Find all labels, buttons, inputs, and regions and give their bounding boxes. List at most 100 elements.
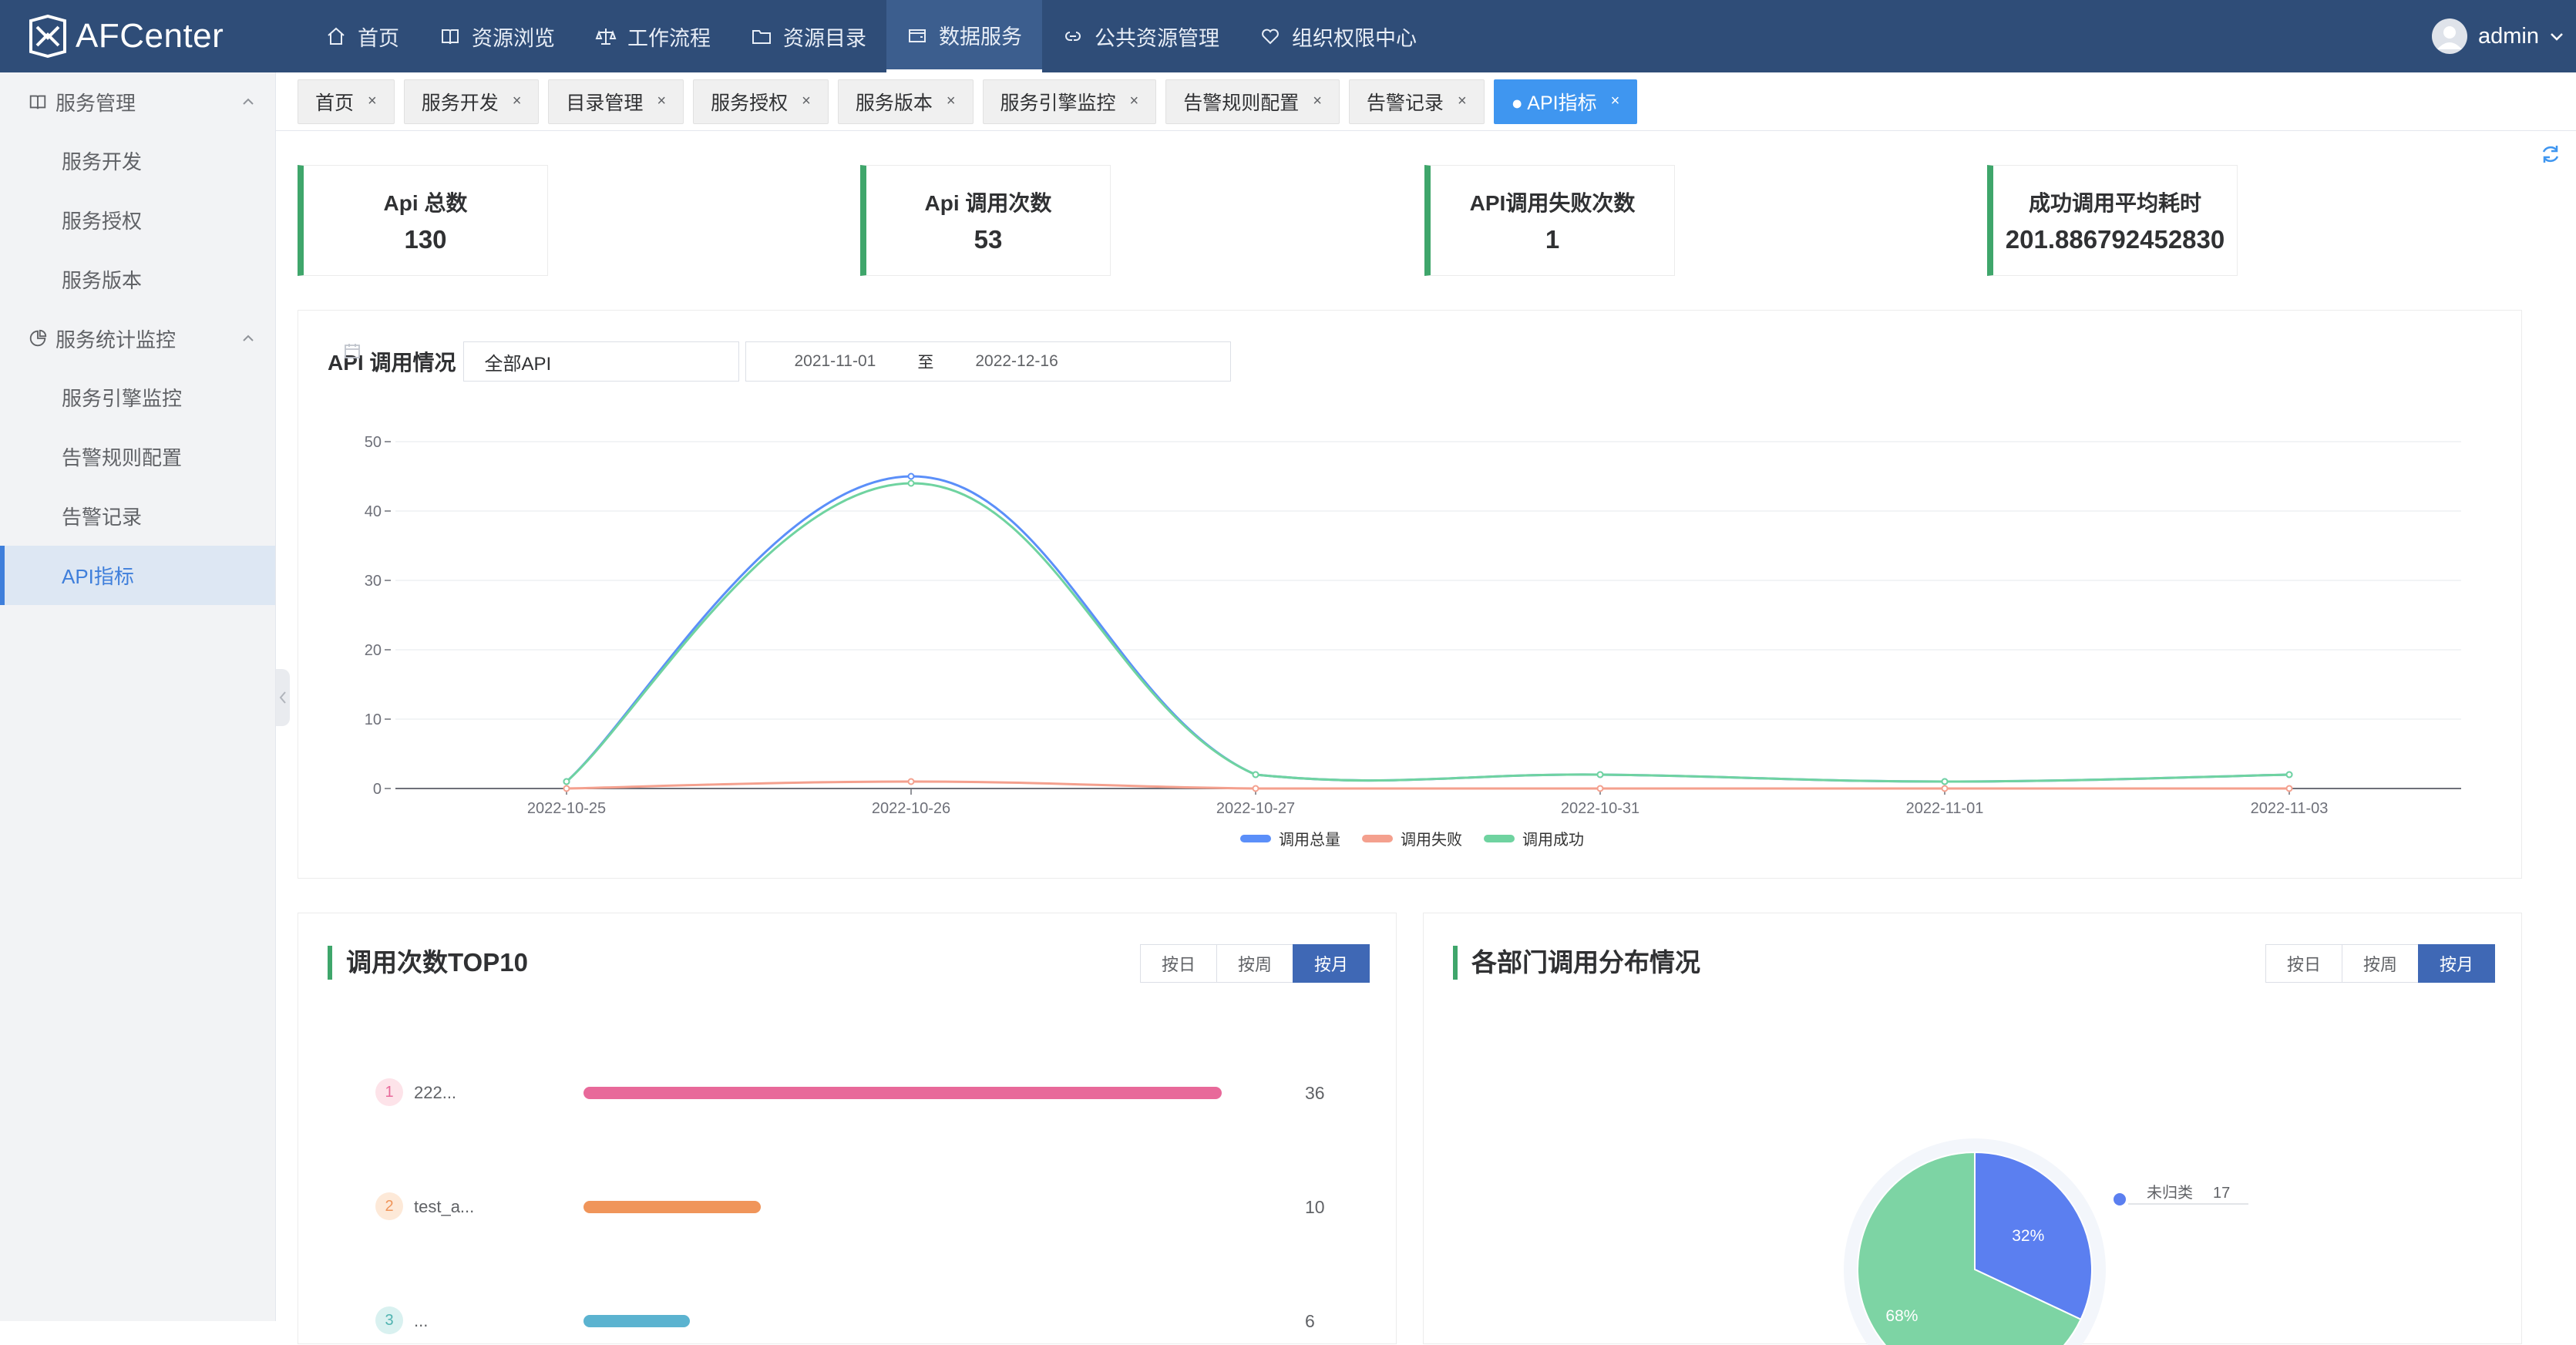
legend-label[interactable]: 调用失败: [1401, 831, 1462, 849]
rank-value: 6: [1305, 1311, 1315, 1331]
series-line-1: [566, 780, 2289, 790]
user-menu[interactable]: admin: [2432, 0, 2576, 72]
top-navbar: AFCenter 首页 资源浏览 工作流程 资源目录 数据服务 公共资源管理 组织权限中心 …: [0, 0, 2576, 72]
sidebar-item-0-1[interactable]: 服务授权: [0, 190, 275, 250]
legend-label[interactable]: 调用成功: [1522, 831, 1584, 849]
list-item[interactable]: 2 test_a... 10: [298, 1191, 1397, 1222]
period-button-0[interactable]: 按日: [2265, 944, 2342, 983]
sidebar-item-1-2[interactable]: 告警记录: [0, 486, 275, 546]
legend-value: 17: [2213, 1185, 2230, 1202]
dept-distribution-panel: 32% 68% 未归类 17 各部门调用分布情况 按日 按周 按月: [1423, 913, 2522, 1345]
avatar[interactable]: [2432, 18, 2467, 54]
close-icon[interactable]: ×: [947, 92, 956, 110]
x-tick-label: 2022-10-31: [1561, 800, 1639, 817]
list-item[interactable]: 3... 6: [298, 1305, 1397, 1336]
tab-3[interactable]: 服务授权 ×: [693, 79, 829, 124]
data-point: [1596, 771, 1604, 778]
chevron-down-icon: [2551, 33, 2563, 41]
tab-7[interactable]: 告警记录 ×: [1348, 79, 1485, 124]
nav-item-3[interactable]: 资源目录: [731, 0, 886, 72]
close-icon[interactable]: ×: [1313, 92, 1322, 110]
rank-value: 10: [1305, 1197, 1325, 1217]
data-point: [1941, 785, 1949, 792]
close-icon[interactable]: ×: [802, 92, 811, 110]
legend-dot: [2114, 1193, 2126, 1205]
tab-1[interactable]: 服务开发 ×: [403, 79, 540, 124]
sidebar-group-label: 服务管理: [55, 91, 136, 115]
main-nav: 首页 资源浏览 工作流程 资源目录 数据服务 公共资源管理 组织权限中心: [305, 0, 1437, 72]
pie-chart-icon: [29, 329, 47, 347]
stat-card-3: 成功调用平均耗时 201.886792452830: [1987, 165, 2238, 276]
rank-api-name: 222...: [414, 1083, 457, 1102]
period-button-0[interactable]: 按日: [1140, 944, 1217, 983]
stat-value: 53: [974, 225, 1003, 254]
stat-label: Api 总数: [383, 191, 468, 215]
legend-label[interactable]: 未归类: [2147, 1184, 2193, 1202]
stat-card-0: Api 总数 130: [298, 165, 548, 276]
date-start[interactable]: 2021-11-01: [794, 352, 876, 371]
tab-6[interactable]: 告警规则配置 ×: [1165, 79, 1340, 124]
app-logo[interactable]: AFCenter: [28, 15, 282, 58]
period-button-2[interactable]: 按月: [1293, 944, 1370, 983]
rank-bar: [583, 1201, 761, 1213]
nav-item-2[interactable]: 工作流程: [575, 0, 731, 72]
home-icon: [328, 27, 345, 45]
close-icon[interactable]: ×: [1130, 92, 1139, 110]
folder-icon: [752, 30, 771, 44]
dept-title: 各部门调用分布情况: [1453, 946, 1700, 980]
period-button-2[interactable]: 按月: [2418, 944, 2495, 983]
date-end[interactable]: 2022-12-16: [975, 352, 1058, 371]
nav-item-0[interactable]: 首页: [305, 0, 419, 72]
heart-icon: [1262, 29, 1279, 45]
tab-5[interactable]: 服务引擎监控 ×: [982, 79, 1157, 124]
tab-8[interactable]: ● API指标 ×: [1493, 79, 1638, 124]
link-icon: [1065, 32, 1081, 41]
y-tick-label: 30: [365, 573, 382, 590]
data-point: [563, 785, 570, 792]
legend-label[interactable]: 调用总量: [1279, 831, 1340, 849]
tab-label: 服务引擎监控: [1000, 92, 1116, 114]
nav-item-label: 首页: [358, 26, 399, 50]
close-icon[interactable]: ×: [513, 92, 522, 110]
sidebar-item-1-0[interactable]: 服务引擎监控: [0, 368, 275, 427]
data-point: [907, 472, 915, 480]
sidebar-item-1-3[interactable]: API指标: [0, 546, 275, 605]
nav-item-5[interactable]: 公共资源管理: [1042, 0, 1239, 72]
sidebar-item-0-2[interactable]: 服务版本: [0, 250, 275, 309]
sidebar-item-1-1[interactable]: 告警规则配置: [0, 427, 275, 486]
sidebar-collapse-handle[interactable]: [276, 669, 290, 726]
legend-swatch[interactable]: [1240, 835, 1271, 842]
date-range-picker[interactable]: 2021-11-01 至 2022-12-16: [345, 341, 1232, 382]
stat-card-1: Api 调用次数 53: [860, 165, 1111, 276]
rank-badge: 3: [375, 1306, 403, 1334]
scale-icon: [595, 29, 617, 45]
nav-item-6[interactable]: 组织权限中心: [1239, 0, 1437, 72]
tab-label: 首页: [315, 92, 355, 114]
legend-swatch[interactable]: [1484, 835, 1515, 842]
period-button-1[interactable]: 按周: [2342, 944, 2419, 983]
tab-label: 目录管理: [566, 92, 644, 114]
nav-item-label: 数据服务: [939, 25, 1022, 49]
close-icon[interactable]: ×: [657, 92, 666, 110]
rank-bar-track: [583, 1315, 1222, 1327]
sidebar-item-0-0[interactable]: 服务开发: [0, 131, 275, 190]
nav-item-4[interactable]: 数据服务: [886, 0, 1042, 72]
close-icon[interactable]: ×: [368, 92, 377, 110]
period-button-1[interactable]: 按周: [1216, 944, 1293, 983]
tab-0[interactable]: 首页 ×: [298, 79, 395, 124]
sidebar-group-0[interactable]: 服务管理: [0, 72, 275, 131]
close-icon[interactable]: ×: [1611, 92, 1620, 110]
sidebar-group-1[interactable]: 服务统计监控: [0, 309, 275, 368]
nav-item-1[interactable]: 资源浏览: [419, 0, 575, 72]
close-icon[interactable]: ×: [1458, 92, 1467, 110]
list-item[interactable]: 1 222... 36: [298, 1077, 1397, 1108]
data-point: [907, 479, 915, 487]
api-select[interactable]: 全部API: [463, 341, 740, 382]
pie-slice-label: 32%: [2012, 1227, 2044, 1245]
refresh-icon[interactable]: [2540, 143, 2561, 165]
api-call-trend-panel: 0 10 20 30 40 50 2022-10-25 2022-10-26 2022-10-2…: [298, 310, 2522, 879]
tab-2[interactable]: 目录管理 ×: [548, 79, 684, 124]
app-name: AFCenter: [76, 17, 224, 55]
legend-swatch[interactable]: [1362, 835, 1393, 842]
tab-4[interactable]: 服务版本 ×: [837, 79, 974, 124]
